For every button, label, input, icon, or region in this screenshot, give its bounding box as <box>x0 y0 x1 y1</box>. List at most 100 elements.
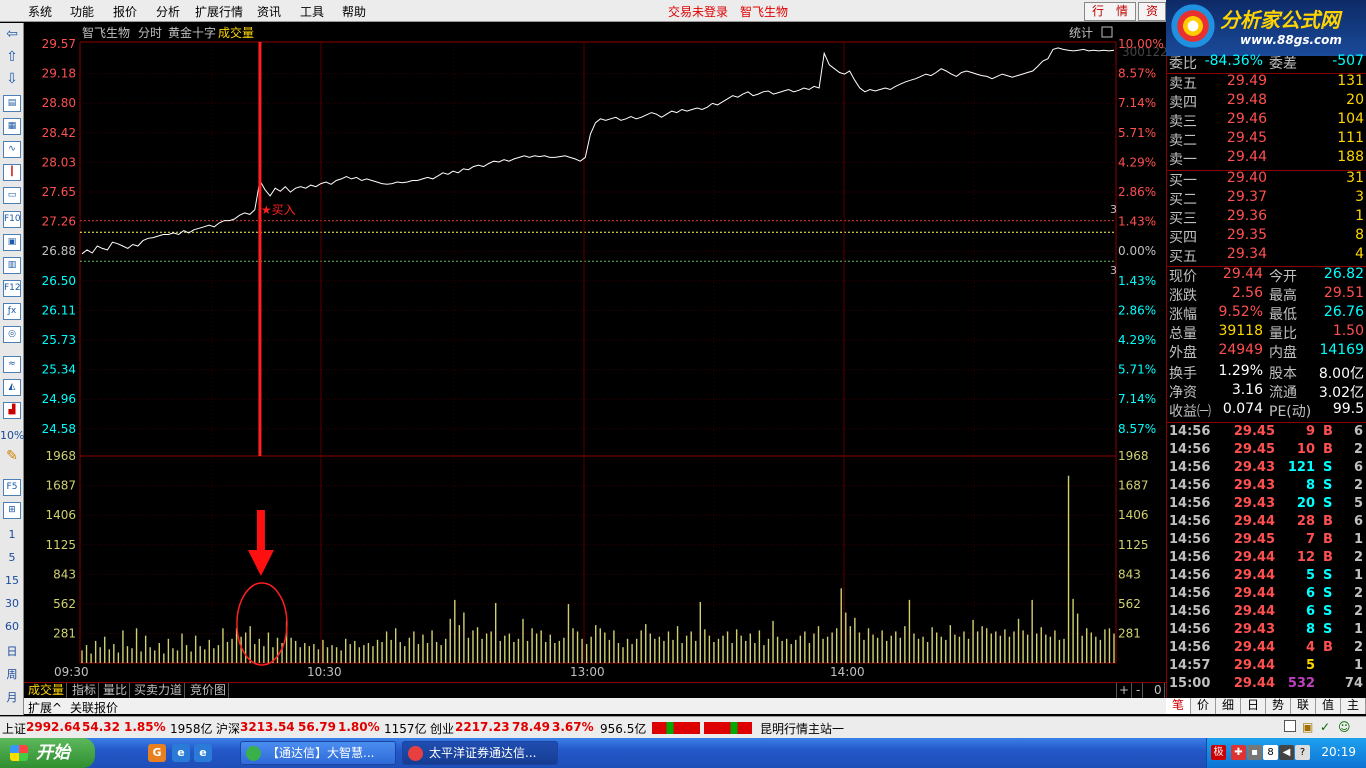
quote-button[interactable]: 行 情 <box>1084 2 1136 21</box>
reset-zoom-button[interactable]: 0 <box>1152 683 1165 699</box>
tab-volume[interactable]: 成交量 <box>26 683 68 699</box>
formula-icon[interactable]: ƒx <box>3 303 21 320</box>
task-pacific-securities[interactable]: 太平洋证券通达信... <box>402 741 558 765</box>
period-week-icon[interactable]: 周 <box>0 666 24 682</box>
tick-row[interactable]: 14:56 29.44 5 S 1 <box>1167 568 1366 586</box>
tab-auction-chart[interactable]: 竞价图 <box>188 683 230 699</box>
zoom-in-button[interactable]: + <box>1116 683 1133 699</box>
order-book-row[interactable]: 买三 29.36 1 <box>1167 208 1366 227</box>
news-icon[interactable]: ▥ <box>3 257 21 274</box>
tab-extend[interactable]: 扩展^ <box>28 699 62 716</box>
arrow-up-icon[interactable]: ⇧ <box>3 50 21 67</box>
ime-icon[interactable]: 极 <box>1211 745 1226 760</box>
panel-tab[interactable]: 价 <box>1191 698 1216 714</box>
period-60-icon[interactable]: 60 <box>0 620 24 633</box>
order-book-row[interactable]: 买四 29.35 8 <box>1167 227 1366 246</box>
server-name[interactable]: 昆明行情主站一 <box>760 720 844 737</box>
tick-row[interactable]: 14:56 29.43 20 S 5 <box>1167 496 1366 514</box>
candlestick-icon[interactable]: ┃ <box>3 164 21 181</box>
area-chart-icon[interactable]: ◭ <box>3 379 21 396</box>
report-icon[interactable]: ▣ <box>3 234 21 251</box>
line-chart-icon[interactable]: ∿ <box>3 141 21 158</box>
tick-row[interactable]: 14:56 29.43 8 S 1 <box>1167 622 1366 640</box>
login-status[interactable]: 交易未登录 <box>668 3 728 20</box>
menu-analysis[interactable]: 分析 <box>156 3 180 20</box>
tick-row[interactable]: 14:56 29.43 121 S 6 <box>1167 460 1366 478</box>
panel-tab[interactable]: 值 <box>1316 698 1341 714</box>
ten-percent-icon[interactable]: 10% <box>0 429 24 442</box>
volume-icon[interactable]: ◀ <box>1279 745 1294 760</box>
period-30-icon[interactable]: 30 <box>0 597 24 610</box>
table-icon[interactable]: ▦ <box>3 118 21 135</box>
user-icon[interactable]: ☺ <box>1338 720 1351 734</box>
menu-help[interactable]: 帮助 <box>342 3 366 20</box>
circle-icon[interactable]: ◎ <box>3 326 21 343</box>
period-1-icon[interactable]: 1 <box>0 528 24 541</box>
panel-tab[interactable]: 联 <box>1291 698 1316 714</box>
quote-list-icon[interactable]: ▤ <box>3 95 21 112</box>
order-book-row[interactable]: 卖一 29.44 188 <box>1167 149 1366 168</box>
tab-volume-ratio[interactable]: 量比 <box>101 683 131 699</box>
window-toggle-icon[interactable] <box>1284 720 1296 732</box>
start-button[interactable]: 开始 <box>0 738 95 768</box>
order-book-row[interactable]: 卖二 29.45 111 <box>1167 130 1366 149</box>
chart-indicator-name[interactable]: 成交量 <box>218 25 254 40</box>
period-5-icon[interactable]: 5 <box>0 551 24 564</box>
tick-row[interactable]: 14:56 29.45 9 B 6 <box>1167 424 1366 442</box>
red-cross-icon[interactable]: ✚ <box>1231 745 1246 760</box>
panel-tab[interactable]: 主 <box>1341 698 1366 714</box>
grid-icon[interactable]: ⊞ <box>3 502 21 519</box>
tab-related-quote[interactable]: 关联报价 <box>70 699 118 716</box>
panel-tab[interactable]: 细 <box>1216 698 1241 714</box>
maximize-chart-icon[interactable] <box>1101 26 1113 38</box>
chart-canvas[interactable]: 智飞生物 分时 黄金十字 成交量 统计 300122 智飞生物 3 3 29.5… <box>24 23 1166 683</box>
clock[interactable]: 20:19 <box>1321 745 1356 759</box>
menu-function[interactable]: 功能 <box>70 3 94 20</box>
tray-app-icon[interactable]: 8 <box>1263 745 1278 760</box>
chart-cross[interactable]: 黄金十字 <box>168 25 216 40</box>
network-status-icon[interactable]: ✓ <box>1320 720 1330 734</box>
tick-row[interactable]: 14:56 29.44 4 B 2 <box>1167 640 1366 658</box>
stats-button[interactable]: 统计 <box>1069 26 1093 40</box>
quicklaunch-app-icon[interactable]: G <box>148 744 166 762</box>
tick-row[interactable]: 14:57 29.44 5 1 <box>1167 658 1366 676</box>
period-15-icon[interactable]: 15 <box>0 574 24 587</box>
menu-news[interactable]: 资讯 <box>257 3 281 20</box>
menu-extended-quote[interactable]: 扩展行情 <box>195 3 243 20</box>
network-icon[interactable]: ▪ <box>1247 745 1262 760</box>
tick-row[interactable]: 14:56 29.44 28 B 6 <box>1167 514 1366 532</box>
order-book-row[interactable]: 买五 29.34 4 <box>1167 246 1366 265</box>
tick-row[interactable]: 14:56 29.44 12 B 2 <box>1167 550 1366 568</box>
period-day-icon[interactable]: 日 <box>0 643 24 659</box>
wave-icon[interactable]: ≈ <box>3 356 21 373</box>
f5-icon[interactable]: F5 <box>3 479 21 496</box>
tab-indicator[interactable]: 指标 <box>70 683 100 699</box>
lock-icon[interactable]: ▣ <box>1302 720 1313 734</box>
bar-chart-icon[interactable]: ▟ <box>3 402 21 419</box>
order-book-row[interactable]: 买一 29.40 31 <box>1167 170 1366 189</box>
tick-row[interactable]: 14:56 29.45 7 B 1 <box>1167 532 1366 550</box>
tick-row[interactable]: 14:56 29.45 10 B 2 <box>1167 442 1366 460</box>
arrow-left-icon[interactable]: ⇦ <box>3 27 21 44</box>
period-month-icon[interactable]: 月 <box>0 689 24 705</box>
order-book-row[interactable]: 卖三 29.46 104 <box>1167 111 1366 130</box>
info-button[interactable]: 资 <box>1138 2 1166 21</box>
arrow-down-icon[interactable]: ⇩ <box>3 72 21 89</box>
tick-row[interactable]: 14:56 29.44 6 S 2 <box>1167 586 1366 604</box>
window-icon[interactable]: ▭ <box>3 187 21 204</box>
chart-mode[interactable]: 分时 <box>138 26 162 40</box>
menu-system[interactable]: 系统 <box>28 3 52 20</box>
task-tongdaxin-dzh[interactable]: 【通达信】大智慧... <box>240 741 396 765</box>
f10-icon[interactable]: F10 <box>3 211 21 228</box>
menu-quote[interactable]: 报价 <box>113 3 137 20</box>
order-book-row[interactable]: 买二 29.37 3 <box>1167 189 1366 208</box>
tick-row[interactable]: 14:56 29.43 8 S 2 <box>1167 478 1366 496</box>
help-icon[interactable]: ? <box>1295 745 1310 760</box>
f12-icon[interactable]: F12 <box>3 280 21 297</box>
order-book-row[interactable]: 卖五 29.49 131 <box>1167 73 1366 92</box>
panel-tab[interactable]: 日 <box>1241 698 1266 714</box>
pencil-icon[interactable]: ✎ <box>3 449 21 466</box>
panel-tab[interactable]: 笔 <box>1166 698 1191 714</box>
tick-row[interactable]: 14:56 29.44 6 S 2 <box>1167 604 1366 622</box>
ie-icon[interactable]: e <box>172 744 190 762</box>
